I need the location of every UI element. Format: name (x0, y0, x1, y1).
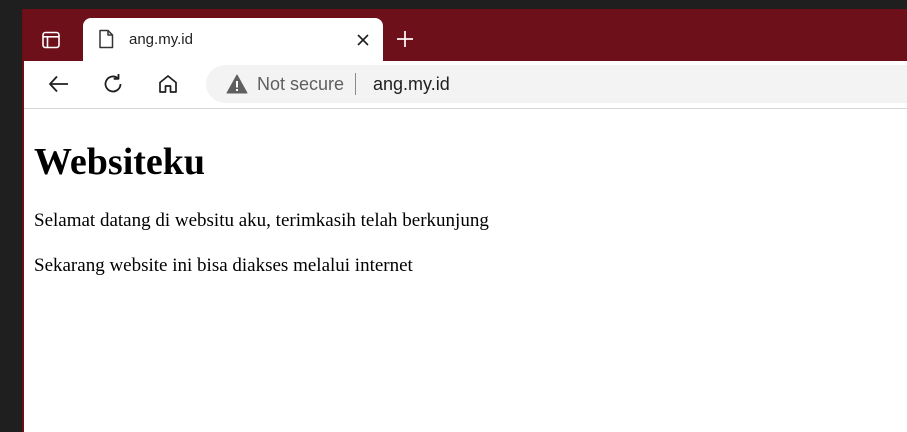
back-arrow-icon (49, 75, 68, 93)
address-divider (355, 73, 356, 95)
home-icon (159, 75, 177, 93)
plus-icon[interactable] (396, 30, 414, 48)
page-content: Websiteku Selamat datang di websitu aku,… (24, 109, 907, 432)
security-status-label[interactable]: Not secure (257, 74, 344, 95)
tab-actions-button[interactable] (40, 29, 62, 51)
tab-actions-icon (42, 31, 60, 49)
tab-title: ang.my.id (129, 31, 193, 48)
welcome-paragraph: Selamat datang di websitu aku, terimkasi… (34, 210, 489, 231)
back-button[interactable] (46, 71, 72, 97)
reload-button[interactable] (100, 71, 126, 97)
home-button[interactable] (155, 71, 181, 97)
page-heading: Websiteku (34, 141, 206, 183)
tab-strip: ang.my.id (24, 9, 907, 61)
active-tab[interactable]: ang.my.id (83, 18, 383, 61)
close-icon[interactable] (355, 32, 371, 48)
url-text[interactable]: ang.my.id (373, 74, 450, 95)
browser-window: ang.my.id Not secure ang.my.id Websiteku… (22, 9, 907, 432)
navigation-toolbar: Not secure ang.my.id (24, 61, 907, 109)
internet-paragraph: Sekarang website ini bisa diakses melalu… (34, 255, 413, 276)
warning-icon[interactable] (226, 74, 248, 94)
page-favicon-icon (99, 29, 114, 49)
address-bar[interactable]: Not secure ang.my.id (206, 65, 907, 103)
desktop-background (0, 0, 22, 432)
reload-icon (104, 74, 122, 93)
